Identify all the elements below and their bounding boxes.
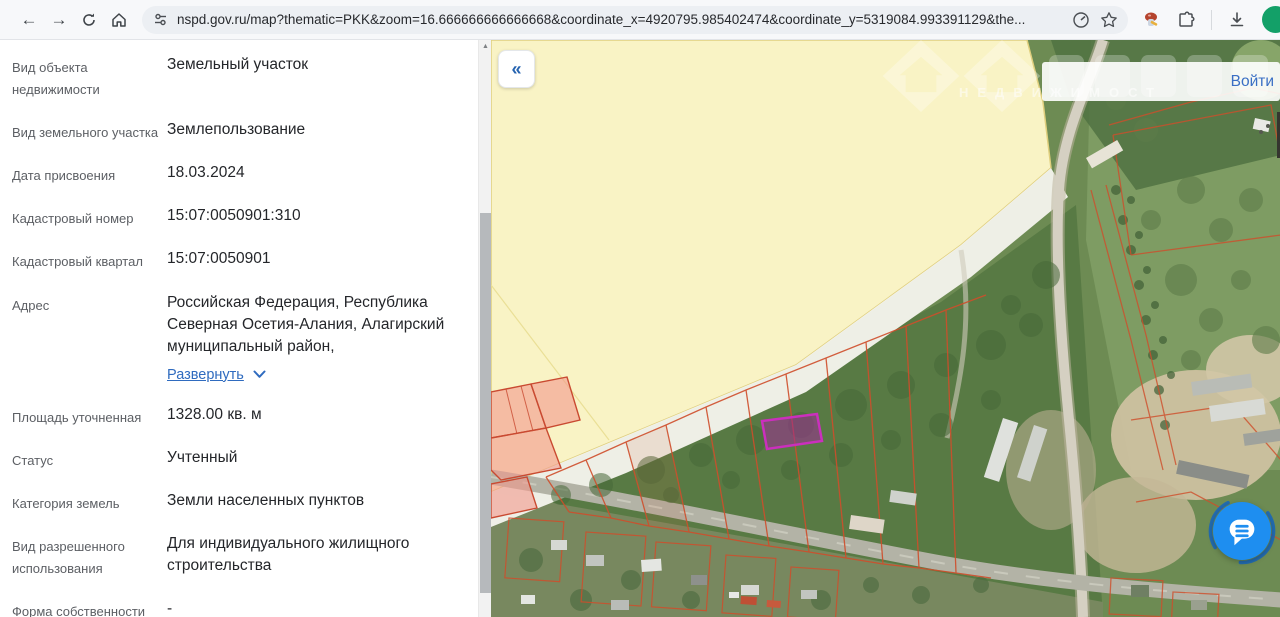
extension-colored-icon[interactable]: [1142, 10, 1161, 29]
info-row: Дата присвоения18.03.2024: [12, 162, 472, 187]
info-row-value: Земельный участок: [167, 54, 308, 101]
info-row: Кадастровый квартал15:07:0050901: [12, 248, 472, 273]
login-button[interactable]: Войти: [1231, 73, 1274, 91]
info-row-label: Площадь уточненная: [12, 404, 167, 429]
info-row-label: Кадастровый квартал: [12, 248, 167, 273]
parcel-info-panel: Вид объекта недвижимостиЗемельный участо…: [0, 40, 478, 617]
map-viewport: НЕДВИЖИМОСТ « Войти: [491, 40, 1280, 617]
info-row: Вид объекта недвижимостиЗемельный участо…: [12, 54, 472, 101]
bookmark-star-icon[interactable]: [1100, 11, 1118, 29]
info-row-label: Кадастровый номер: [12, 205, 167, 230]
info-row-label: Категория земель: [12, 490, 167, 515]
chat-bubble-icon: [1223, 512, 1261, 550]
back-icon[interactable]: ←: [14, 11, 44, 28]
performance-gauge-icon[interactable]: [1072, 11, 1090, 29]
info-row-label: Адрес: [12, 292, 167, 386]
info-row-value: Для индивидуального жилищного строительс…: [167, 533, 462, 580]
home-icon[interactable]: [104, 11, 134, 29]
info-row-label: Дата присвоения: [12, 162, 167, 187]
panel-scrollbar[interactable]: ▲: [478, 40, 491, 617]
info-row-value: -: [167, 598, 172, 617]
info-row-value: Земли населенных пунктов: [167, 490, 364, 515]
info-row-value: Землепользование: [167, 119, 305, 144]
info-row: АдресРоссийская Федерация, Республика Се…: [12, 292, 472, 386]
info-row-label: Вид земельного участка: [12, 119, 167, 144]
address-bar[interactable]: nspd.gov.ru/map?thematic=PKK&zoom=16.666…: [142, 6, 1128, 34]
info-row-label: Вид разрешенного использования: [12, 533, 167, 580]
info-row: Форма собственности-: [12, 598, 472, 617]
info-row: Вид земельного участкаЗемлепользование: [12, 119, 472, 144]
scrollbar-thumb[interactable]: [480, 213, 491, 593]
info-row-value: 15:07:0050901:310: [167, 205, 301, 230]
info-row: СтатусУчтенный: [12, 447, 472, 472]
info-row-value: 1328.00 кв. м: [167, 404, 262, 429]
chat-widget: [1210, 499, 1274, 563]
url-text[interactable]: nspd.gov.ru/map?thematic=PKK&zoom=16.666…: [177, 12, 1062, 27]
info-row: Площадь уточненная1328.00 кв. м: [12, 404, 472, 429]
chat-button[interactable]: [1213, 502, 1271, 560]
browser-toolbar: ← → nspd.gov.ru/map?thematic=PKK&zoom=16…: [0, 0, 1280, 40]
info-row-value: 15:07:0050901: [167, 248, 270, 273]
info-row: Вид разрешенного использованияДля индиви…: [12, 533, 472, 580]
forward-icon[interactable]: →: [44, 11, 74, 28]
site-settings-icon[interactable]: [152, 11, 169, 28]
chevron-down-icon: [253, 370, 266, 379]
info-row-value: Российская Федерация, Республика Северна…: [167, 292, 462, 386]
info-row-value: Учтенный: [167, 447, 237, 472]
download-icon[interactable]: [1227, 10, 1247, 30]
login-bar: Войти: [1042, 62, 1280, 101]
info-row-label: Вид объекта недвижимости: [12, 54, 167, 101]
info-row: Кадастровый номер15:07:0050901:310: [12, 205, 472, 230]
info-row-label: Форма собственности: [12, 598, 167, 617]
info-row: Категория земельЗемли населенных пунктов: [12, 490, 472, 515]
toolbar-divider: [1211, 10, 1212, 30]
satellite-map-canvas[interactable]: [491, 40, 1280, 617]
extensions-puzzle-icon[interactable]: [1176, 10, 1196, 30]
info-row-label: Статус: [12, 447, 167, 472]
info-row-value: 18.03.2024: [167, 162, 245, 187]
refresh-icon[interactable]: [74, 12, 104, 28]
expand-address-link[interactable]: Развернуть: [167, 365, 266, 386]
profile-avatar[interactable]: [1262, 6, 1280, 33]
panel-collapse-button[interactable]: «: [498, 50, 535, 88]
